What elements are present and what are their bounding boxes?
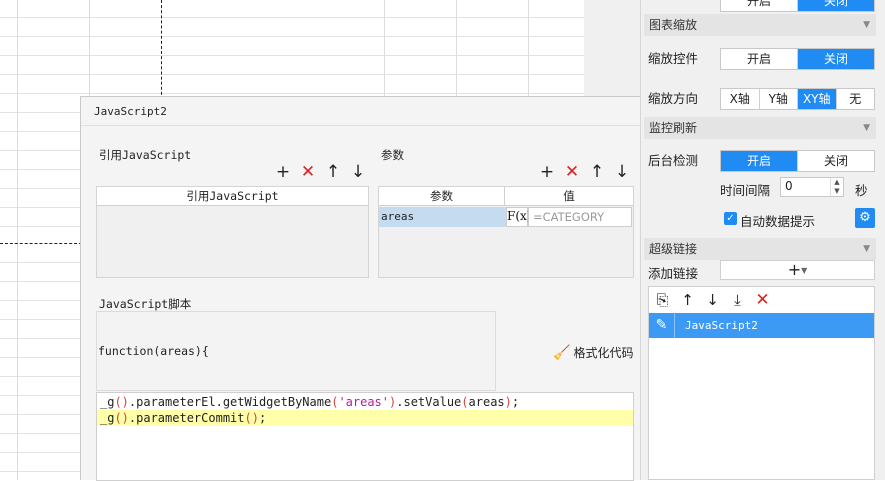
sheet-gray-area [584,0,640,98]
hyperlink-list: ⎘ ↑ ↓ ⤓ ✕ ✎ JavaScript2 [648,286,875,480]
add-link-label: 添加链接 [648,266,699,281]
background-check-label: 后台检测 [648,153,699,168]
collapse-arrow-icon[interactable]: ▼ [863,117,870,139]
arrow-up-icon[interactable]: ↑ [589,164,605,181]
section-monitor-refresh-title: 监控刷新 [649,121,698,135]
zoom-control-label: 缩放控件 [648,51,699,66]
delete-icon[interactable]: ✕ [753,291,772,310]
ref-js-column-header: 引用JavaScript [97,187,368,206]
copy-icon[interactable]: ⎘ [653,291,672,310]
section-chart-zoom-title: 图表缩放 [649,18,698,32]
zoom-control-off[interactable]: 关闭 [798,49,874,69]
background-check-toggle[interactable]: 开启 关闭 [720,150,875,172]
function-signature-box: function(areas){ [96,311,496,391]
delete-icon[interactable]: ✕ [300,164,316,181]
hyperlink-toolbar: ⎘ ↑ ↓ ⤓ ✕ [653,291,772,310]
title-divider [81,125,641,126]
section-chart-zoom[interactable]: 图表缩放 ▼ [644,14,876,36]
hyperlink-item-label: JavaScript2 [685,319,758,332]
ref-js-table[interactable]: 引用JavaScript [96,186,369,278]
top-toggle-on[interactable]: 开启 [721,0,798,11]
auto-hint-label: 自动数据提示 [740,214,816,229]
delete-icon[interactable]: ✕ [564,164,580,181]
grid-row-line [0,74,640,75]
chevron-down-icon: ▼ [801,266,808,275]
hyperlink-item[interactable]: ✎ JavaScript2 [649,313,874,338]
grid-row-line [0,93,640,94]
dialog-title: JavaScript2 [94,105,167,118]
background-check-off[interactable]: 关闭 [798,151,874,171]
collapse-arrow-icon[interactable]: ▼ [863,238,870,260]
grid-row-line [0,55,640,56]
zoom-direction-x[interactable]: X轴 [721,89,760,109]
pencil-icon[interactable]: ✎ [649,313,675,338]
zoom-direction-label: 缩放方向 [648,91,699,106]
section-monitor-refresh[interactable]: 监控刷新 ▼ [644,117,876,139]
zoom-control-on[interactable]: 开启 [721,49,798,69]
params-title: 参数 [381,148,404,162]
plus-icon: + [787,260,802,279]
params-toolbar: + ✕ ↑ ↓ [539,164,630,181]
params-column-name: 参数 [379,187,505,206]
page-break-line [0,243,82,244]
section-hyperlink[interactable]: 超级链接 ▼ [644,238,876,260]
zoom-direction-none[interactable]: 无 [837,89,875,109]
section-hyperlink-title: 超级链接 [649,242,698,256]
arrow-down-icon[interactable]: ↓ [350,164,366,181]
zoom-direction-y[interactable]: Y轴 [760,89,798,109]
interval-unit: 秒 [855,183,868,198]
format-code-button[interactable]: 🧹 格式化代码 [553,344,633,361]
format-code-label: 格式化代码 [573,346,634,360]
page-break-line [161,0,162,100]
grid-row-line [0,17,640,18]
collapse-arrow-icon[interactable]: ▼ [863,14,870,36]
param-name-cell[interactable]: areas [379,207,506,227]
code-line-2[interactable]: _g().parameterCommit(); [97,410,633,426]
params-column-value: 值 [505,187,633,206]
zoom-control-toggle[interactable]: 开启 关闭 [720,48,875,70]
grid-column-line [17,0,18,480]
ref-js-toolbar: + ✕ ↑ ↓ [275,164,366,181]
param-value-input[interactable]: =CATEGORY [528,207,632,227]
move-to-bottom-icon[interactable]: ⤓ [728,291,747,310]
zoom-direction-xy[interactable]: XY轴 [798,89,837,109]
arrow-up-icon[interactable]: ↑ [678,291,697,310]
background-check-on[interactable]: 开启 [721,151,798,171]
ref-js-title: 引用JavaScript [99,148,192,162]
formula-icon[interactable]: F(x) [506,207,531,227]
broom-icon: 🧹 [553,345,571,361]
script-title: JavaScript脚本 [99,297,192,311]
plus-icon[interactable]: + [539,164,555,181]
function-signature: function(areas){ [98,344,209,358]
zoom-direction-selector[interactable]: X轴 Y轴 XY轴 无 [720,88,875,110]
code-editor[interactable]: _g().parameterEl.getWidgetByName('areas'… [96,392,634,481]
grid-row-line [0,36,640,37]
interval-label: 时间间隔 [720,183,771,198]
arrow-down-icon[interactable]: ↓ [614,164,630,181]
top-toggle-off[interactable]: 关闭 [798,0,874,11]
gear-icon[interactable]: ⚙ [855,208,875,228]
plus-icon[interactable]: + [275,164,291,181]
add-link-button[interactable]: +▼ [720,260,875,280]
interval-value[interactable]: 0 [785,179,793,193]
arrow-down-icon[interactable]: ↓ [703,291,722,310]
javascript-dialog: JavaScript2 引用JavaScript + ✕ ↑ ↓ 引用JavaS… [80,96,641,481]
interval-spinner[interactable]: 0 ▲ ▼ [780,177,844,197]
arrow-up-icon[interactable]: ↑ [325,164,341,181]
top-toggle-partial[interactable]: 开启 关闭 [720,0,875,12]
auto-hint-checkbox[interactable]: ✓ [724,212,737,225]
spinner-arrows-icon[interactable]: ▲ ▼ [830,178,843,196]
params-table[interactable]: 参数 值 [378,186,634,278]
code-line-1[interactable]: _g().parameterEl.getWidgetByName('areas'… [97,394,633,410]
